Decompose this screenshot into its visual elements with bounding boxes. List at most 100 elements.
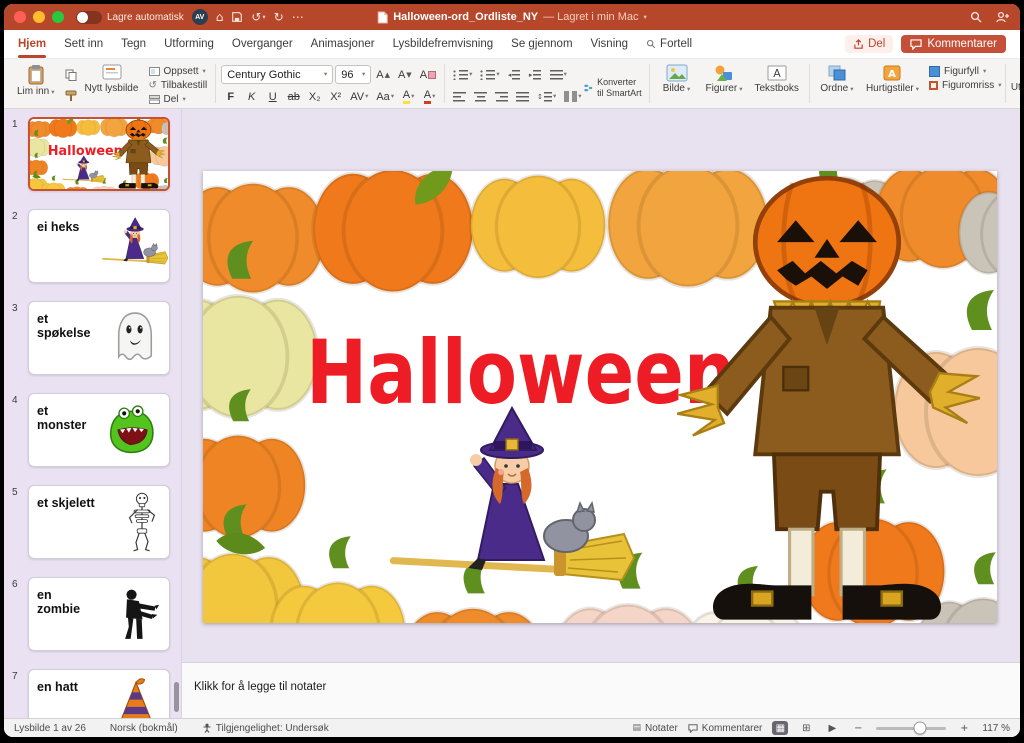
zoom-level[interactable]: 117 % (982, 723, 1010, 734)
character-spacing-button[interactable]: AV▾ (347, 87, 371, 106)
clear-formatting-button[interactable]: A (417, 65, 439, 84)
slide-thumbnail-7[interactable]: en hatt (28, 669, 170, 718)
share-user-button[interactable] (996, 11, 1010, 23)
tab-fortell[interactable]: Fortell (646, 30, 692, 58)
arrow-right-icon: ▸ (529, 71, 533, 79)
shape-fill-button[interactable]: Figurfyll▾ (926, 66, 1005, 77)
underline-button[interactable]: U (263, 87, 282, 106)
notes-pane[interactable]: Klikk for å legge til notater (182, 662, 1020, 718)
minimize-button[interactable] (33, 11, 45, 23)
convert-smartart-button[interactable]: Konverter til SmartArt (584, 61, 643, 106)
close-button[interactable] (14, 11, 26, 23)
fullscreen-button[interactable] (52, 11, 64, 23)
tab-se-gjennom[interactable]: Se gjennom (511, 30, 572, 58)
tab-lysbildefremvisning[interactable]: Lysbildefremvisning (393, 30, 494, 58)
insert-shapes-button[interactable]: Figurer▾ (701, 62, 748, 97)
shape-outline-button[interactable]: Figuromriss▾ (926, 80, 1005, 91)
language-button[interactable]: Norsk (bokmål) (110, 723, 178, 734)
slide-thumbnail-2[interactable]: ei heks (28, 209, 170, 283)
format-painter-button[interactable] (62, 87, 80, 105)
redo-button[interactable]: ↻ (274, 11, 284, 23)
notes-toggle-button[interactable]: ▤ Notater (632, 723, 677, 734)
slide-canvas[interactable] (203, 171, 997, 623)
search-button[interactable] (970, 11, 982, 23)
monster-image (103, 404, 161, 456)
columns-button[interactable]: ▾ (561, 87, 584, 106)
numbering-button[interactable]: ▾ (477, 65, 502, 84)
tab-hjem[interactable]: Hjem (18, 30, 46, 58)
insert-textbox-button[interactable]: A Tekstboks (749, 62, 803, 97)
paste-button[interactable]: Lim inn▾ (12, 62, 60, 100)
accessibility-button[interactable]: Tilgjengelighet: Undersøk (202, 723, 329, 734)
autosave-toggle[interactable]: Lagre automatisk (76, 11, 184, 24)
text-highlight-button[interactable]: A▾ (399, 87, 418, 106)
chevron-down-icon: ▾ (203, 68, 206, 75)
person-add-icon (996, 11, 1010, 23)
comments-button-ribbon[interactable]: Kommentarer (901, 35, 1006, 53)
more-actions-button[interactable]: ⋯ (292, 11, 304, 23)
thumbnail-scrollbar[interactable] (174, 682, 179, 712)
zoom-out-button[interactable]: − (850, 721, 866, 735)
slide-options-stack: Oppsett▾ ↺ Tilbakestill Del▾ (146, 62, 211, 105)
change-case-button[interactable]: Aa▾ (373, 87, 397, 106)
slide-thumbnail-5[interactable]: et skjelett (28, 485, 170, 559)
zoom-in-button[interactable]: + (956, 721, 972, 735)
slide-thumbnail-1[interactable] (28, 117, 170, 191)
chevron-down-icon: ▾ (432, 93, 435, 100)
slide-sorter-view-button[interactable]: ⊞ (798, 721, 814, 735)
zoom-slider-knob[interactable] (913, 722, 926, 735)
line-spacing-button[interactable]: ↕▾ (534, 87, 559, 106)
tab-tegn[interactable]: Tegn (121, 30, 146, 58)
avatar[interactable]: AV (192, 9, 208, 25)
tab-utforming[interactable]: Utforming (164, 30, 214, 58)
bold-button[interactable]: F (221, 87, 240, 106)
italic-button[interactable]: K (242, 87, 261, 106)
font-name-select[interactable]: Century Gothic▾ (221, 65, 333, 84)
normal-view-button[interactable]: ▦ (772, 721, 788, 735)
section-button[interactable]: Del▾ (146, 94, 211, 105)
align-center-button[interactable] (471, 87, 490, 106)
shrink-font-button[interactable]: A▼ (395, 65, 415, 84)
tab-animasjoner[interactable]: Animasjoner (311, 30, 375, 58)
font-size-select[interactable]: 96▾ (335, 65, 371, 84)
tab-overganger[interactable]: Overganger (232, 30, 293, 58)
search-icon (970, 11, 982, 23)
slide-thumbnail-4[interactable]: et monster (28, 393, 170, 467)
arrange-button[interactable]: Ordne▾ (815, 62, 859, 97)
home-button[interactable]: ⌂ (216, 11, 224, 23)
tab-sett-inn[interactable]: Sett inn (64, 30, 103, 58)
text-direction-button[interactable]: ▾ (547, 65, 570, 84)
slide-canvas-area (182, 109, 1020, 662)
slide[interactable] (203, 171, 997, 623)
zoom-slider[interactable] (876, 727, 946, 730)
undo-button[interactable]: ↺▾ (251, 11, 265, 23)
reset-button[interactable]: ↺ Tilbakestill (146, 80, 211, 91)
insert-picture-button[interactable]: Bilde▾ (655, 62, 699, 97)
quick-styles-button[interactable]: A Hurtigstiler▾ (861, 62, 924, 97)
decrease-indent-button[interactable]: ◂ (505, 65, 524, 84)
design-ideas-button[interactable]: Utforming (1011, 61, 1021, 106)
font-color-button[interactable]: A▾ (420, 87, 439, 106)
layout-button[interactable]: Oppsett▾ (146, 66, 211, 77)
bullets-button[interactable]: ▾ (450, 65, 475, 84)
copy-button[interactable] (62, 66, 80, 84)
align-right-button[interactable] (492, 87, 511, 106)
tab-visning[interactable]: Visning (591, 30, 629, 58)
arrow-down-icon: ▼ (406, 71, 411, 79)
titlebar: Lagre automatisk AV ⌂ ↺▾ ↻ ⋯ Halloween-o… (4, 4, 1020, 30)
grow-font-button[interactable]: A▲ (373, 65, 393, 84)
subscript-button[interactable]: X₂ (305, 87, 324, 106)
slideshow-button[interactable]: ▶ (824, 721, 840, 735)
save-button[interactable] (231, 11, 243, 23)
slide-thumbnail-3[interactable]: et spøkelse (28, 301, 170, 375)
new-slide-button[interactable]: Nytt lysbilde (80, 62, 144, 97)
comments-toggle-button[interactable]: Kommentarer (688, 723, 763, 734)
strikethrough-button[interactable]: ab (284, 87, 303, 106)
align-left-button[interactable] (450, 87, 469, 106)
justify-button[interactable] (513, 87, 532, 106)
document-title[interactable]: Halloween-ord_Ordliste_NY — Lagret i min… (377, 4, 647, 30)
superscript-button[interactable]: X² (326, 87, 345, 106)
increase-indent-button[interactable]: ▸ (526, 65, 545, 84)
slide-thumbnail-6[interactable]: en zombie (28, 577, 170, 651)
share-button-ribbon[interactable]: Del (845, 35, 893, 53)
